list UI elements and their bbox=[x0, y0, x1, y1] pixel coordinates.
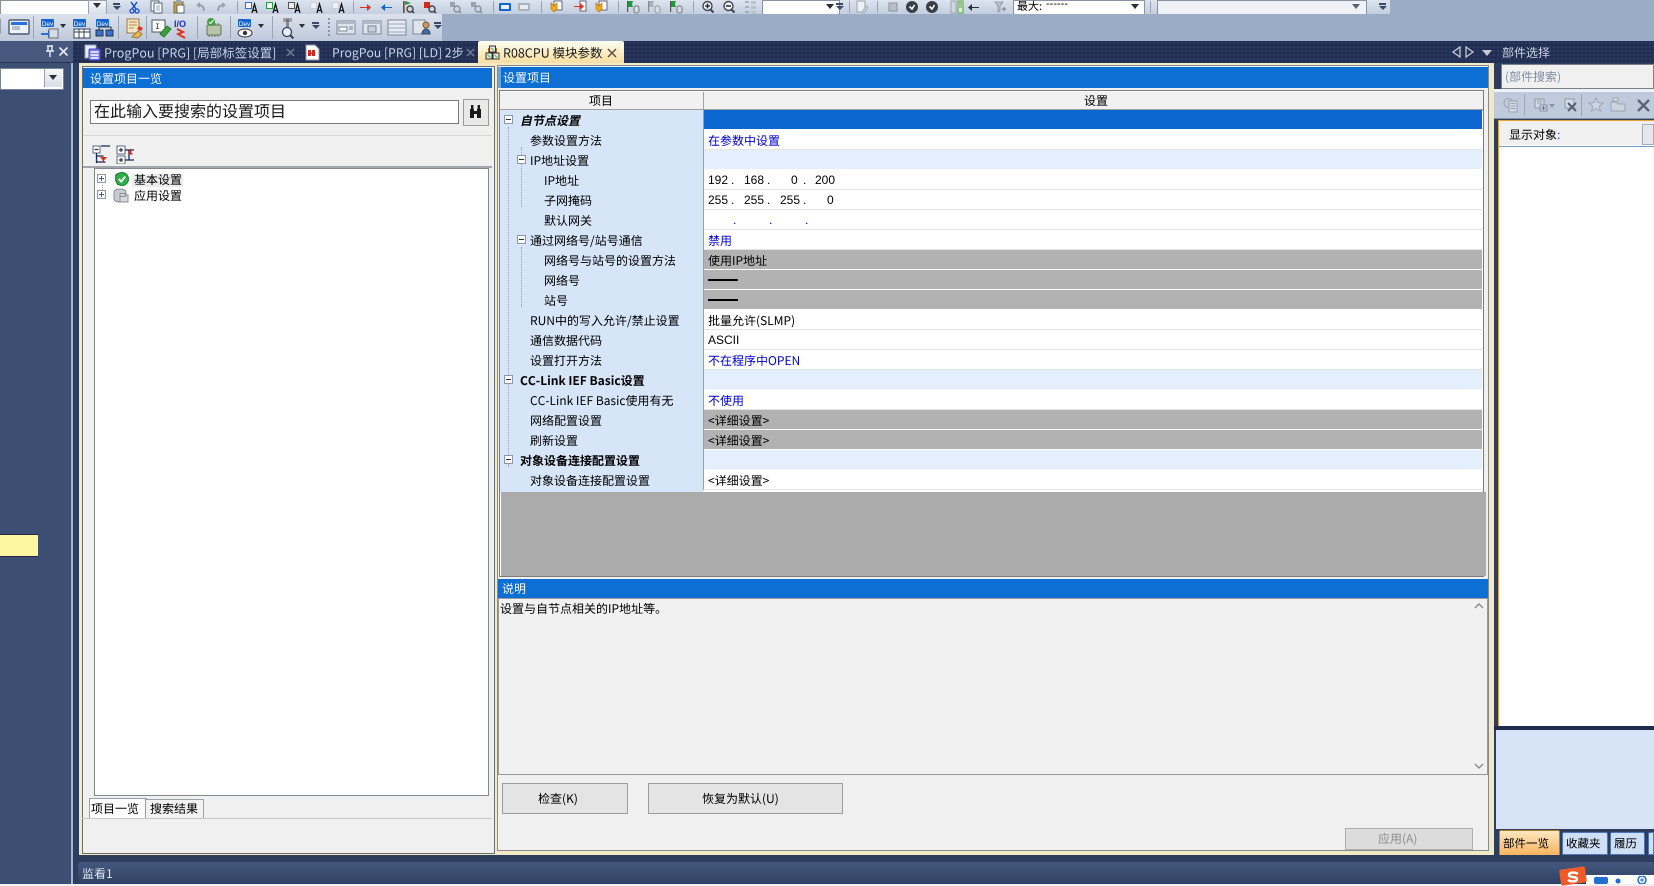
svg-text:Dev: Dev bbox=[74, 21, 86, 28]
svg-text:I/O: I/O bbox=[174, 19, 186, 29]
svg-text:Dev: Dev bbox=[239, 21, 251, 28]
svg-text:Dev: Dev bbox=[42, 21, 54, 28]
svg-text:I: I bbox=[155, 23, 160, 32]
